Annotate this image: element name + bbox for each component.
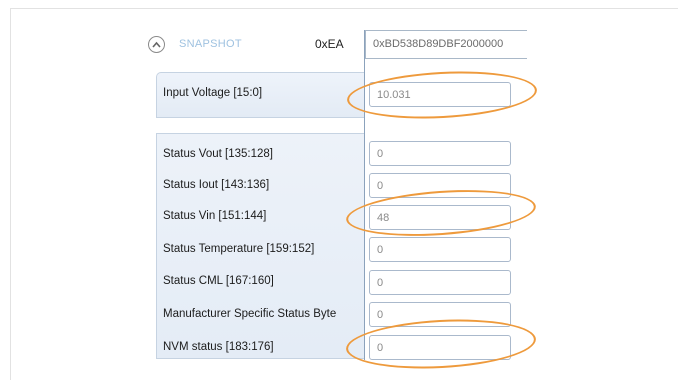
- chevron-up-icon: [152, 41, 161, 48]
- collapse-chevron-button[interactable]: [148, 36, 165, 53]
- row-label-status-vin: Status Vin [151:144]: [163, 210, 267, 222]
- snapshot-label: SNAPSHOT: [179, 38, 242, 50]
- row-label-manufacturer-status: Manufacturer Specific Status Byte: [163, 308, 337, 320]
- row-label-status-cml: Status CML [167:160]: [163, 275, 274, 287]
- row-label-status-vout: Status Vout [135:128]: [163, 148, 273, 160]
- status-cml-field[interactable]: 0: [369, 270, 511, 295]
- snapshot-hex-field[interactable]: 0xBD538D89DBF2000000: [365, 30, 527, 59]
- row-label-input-voltage: Input Voltage [15:0]: [163, 87, 263, 99]
- status-vout-field[interactable]: 0: [369, 141, 511, 166]
- status-temperature-field[interactable]: 0: [369, 237, 511, 262]
- command-address: 0xEA: [315, 37, 344, 51]
- row-label-status-temperature: Status Temperature [159:152]: [163, 243, 315, 255]
- column-divider: [364, 30, 365, 360]
- row-label-nvm-status: NVM status [183:176]: [163, 341, 274, 353]
- row-label-status-iout: Status Iout [143:136]: [163, 179, 270, 191]
